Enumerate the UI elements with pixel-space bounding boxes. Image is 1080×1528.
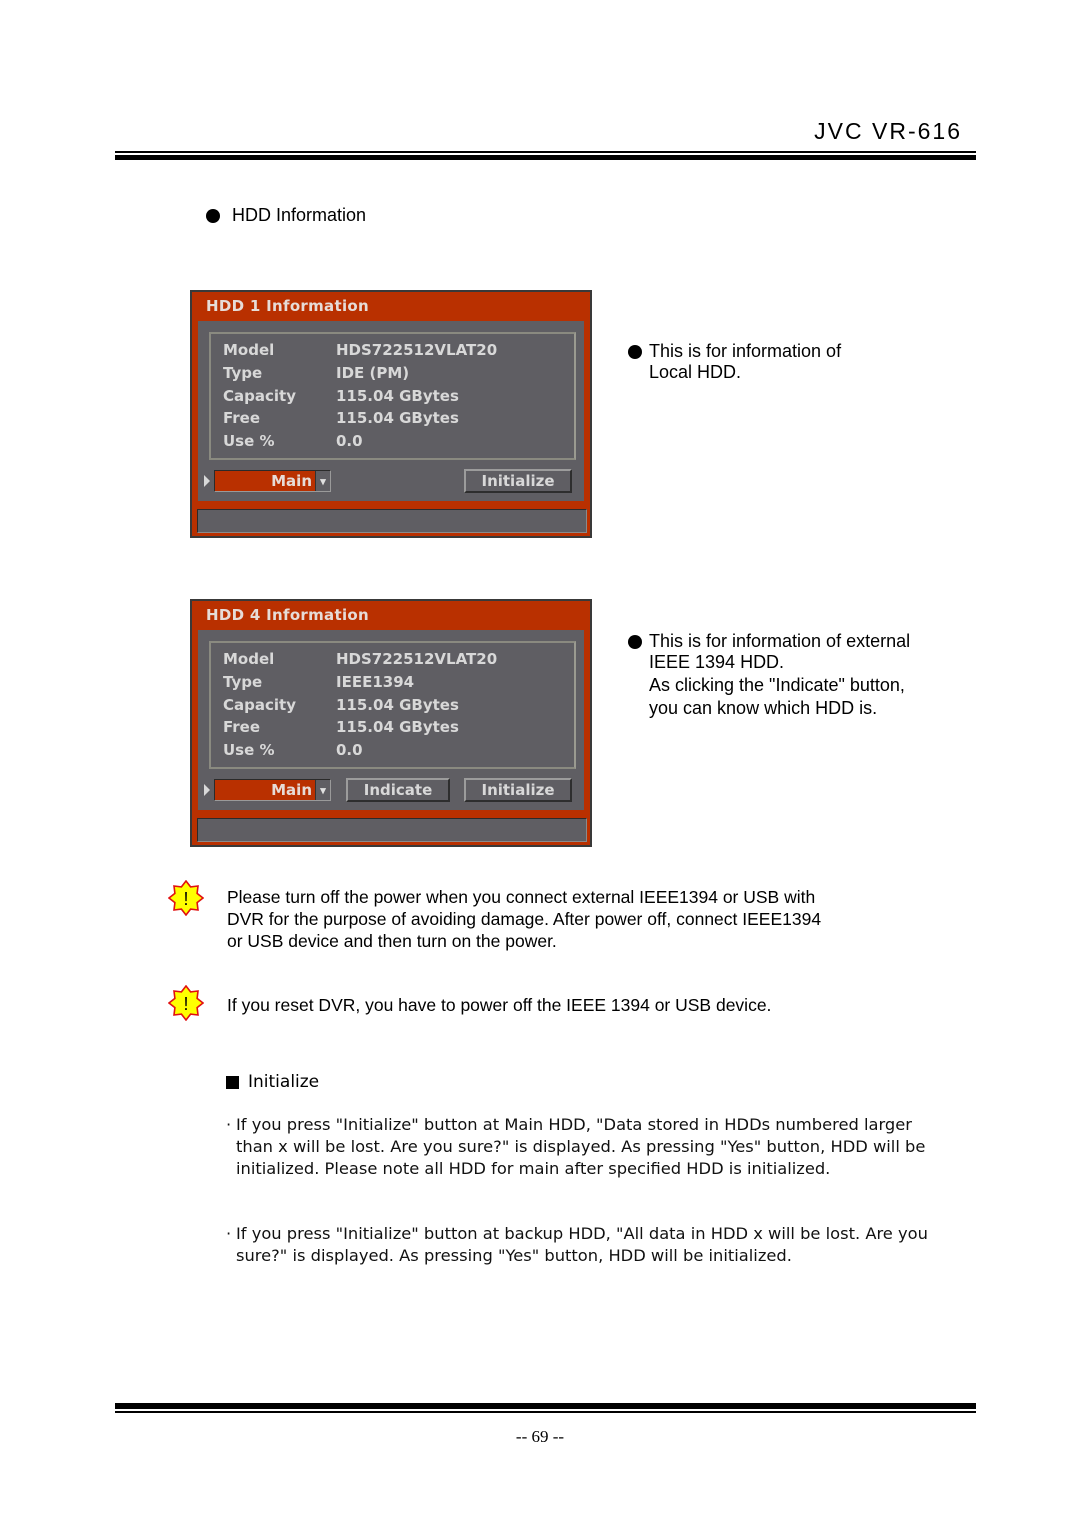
field-label: Free <box>223 409 261 427</box>
initialize-heading-text: Initialize <box>248 1072 320 1092</box>
bullet-dot-icon <box>206 208 220 223</box>
field-label: Capacity <box>223 387 296 405</box>
caution-icon: ! <box>168 880 204 916</box>
field-label: Use % <box>223 432 275 450</box>
svg-text:!: ! <box>183 994 188 1014</box>
field-value: 115.04 GBytes <box>336 718 459 736</box>
panel-frame: HDD 1 Information Model HDS722512VLAT20 … <box>192 292 590 536</box>
chevron-down-icon[interactable]: ▾ <box>315 780 330 800</box>
field-label: Use % <box>223 741 275 759</box>
header-rule-thick <box>115 155 976 160</box>
warning-line: If you reset DVR, you have to power off … <box>227 995 772 1015</box>
panel-body: Model HDS722512VLAT20 Type IEEE1394 Capa… <box>198 630 584 810</box>
paragraph-text: If you press "Initialize" button at back… <box>236 1224 928 1265</box>
hdd-mode-select-value: Main <box>271 781 312 799</box>
description-line: This is for information of external <box>649 631 911 651</box>
focus-arrow-icon <box>204 475 210 487</box>
square-bullet-icon <box>226 1075 239 1089</box>
field-value: HDS722512VLAT20 <box>336 650 498 668</box>
caution-icon: ! <box>168 985 204 1021</box>
initialize-button[interactable]: Initialize <box>464 469 572 493</box>
bullet-mark: · <box>226 1115 232 1134</box>
warning-line: or USB device and then turn on the power… <box>227 931 557 951</box>
focus-arrow-icon <box>204 784 210 796</box>
bullet-mark: · <box>226 1224 232 1243</box>
field-label: Type <box>223 673 263 691</box>
field-label: Model <box>223 341 275 359</box>
field-value: 0.0 <box>336 741 363 759</box>
description-line: you can know which HDD is. <box>649 698 878 718</box>
document-brand-title: JVC VR-616 <box>814 118 962 144</box>
description-line: As clicking the "Indicate" button, <box>649 675 905 695</box>
section-heading-text: HDD Information <box>232 205 367 225</box>
warning-line: DVR for the purpose of avoiding damage. … <box>227 909 822 929</box>
header-rule-thin <box>115 151 976 153</box>
field-value: 115.04 GBytes <box>336 409 459 427</box>
hdd4-info-panel: HDD 4 Information Model HDS722512VLAT20 … <box>190 599 592 847</box>
hdd1-info-panel: HDD 1 Information Model HDS722512VLAT20 … <box>190 290 592 538</box>
warning-text: If you reset DVR, you have to power off … <box>227 994 771 1016</box>
field-value: 115.04 GBytes <box>336 696 459 714</box>
info-box: Model HDS722512VLAT20 Type IDE (PM) Capa… <box>209 332 576 460</box>
description-line: IEEE 1394 HDD. <box>649 652 785 672</box>
panel-frame: HDD 4 Information Model HDS722512VLAT20 … <box>192 601 590 845</box>
bullet-dot-icon <box>628 635 642 649</box>
field-label: Free <box>223 718 261 736</box>
description-line: This is for information of <box>649 341 842 361</box>
svg-text:!: ! <box>183 889 188 909</box>
paragraph-text: If you press "Initialize" button at Main… <box>236 1115 926 1178</box>
initialize-heading: Initialize <box>226 1072 319 1092</box>
chevron-down-icon[interactable]: ▾ <box>315 471 330 491</box>
footer-rule-thin <box>115 1411 976 1413</box>
hdd-mode-select[interactable]: Main ▾ <box>214 779 331 801</box>
status-bar <box>197 818 587 842</box>
field-value: IEEE1394 <box>336 673 415 691</box>
panel-title: HDD 1 Information <box>206 297 369 315</box>
info-box: Model HDS722512VLAT20 Type IEEE1394 Capa… <box>209 641 576 769</box>
section-heading: HDD Information <box>206 205 366 226</box>
panel-body: Model HDS722512VLAT20 Type IDE (PM) Capa… <box>198 321 584 501</box>
initialize-button[interactable]: Initialize <box>464 778 572 802</box>
panel-title: HDD 4 Information <box>206 606 369 624</box>
hdd-mode-select[interactable]: Main ▾ <box>214 470 331 492</box>
field-label: Capacity <box>223 696 296 714</box>
status-bar <box>197 509 587 533</box>
bullet-dot-icon <box>628 345 642 359</box>
description-line: Local HDD. <box>649 362 742 382</box>
warning-line: Please turn off the power when you conne… <box>227 887 816 907</box>
field-value: 0.0 <box>336 432 363 450</box>
field-value: 115.04 GBytes <box>336 387 459 405</box>
field-value: HDS722512VLAT20 <box>336 341 498 359</box>
indicate-button[interactable]: Indicate <box>346 778 450 802</box>
field-label: Model <box>223 650 275 668</box>
warning-text: Please turn off the power when you conne… <box>227 886 821 952</box>
footer-rule-thick <box>115 1403 976 1409</box>
field-label: Type <box>223 364 263 382</box>
page-number: -- 69 -- <box>515 1427 565 1446</box>
hdd-mode-select-value: Main <box>271 472 312 490</box>
field-value: IDE (PM) <box>336 364 410 382</box>
